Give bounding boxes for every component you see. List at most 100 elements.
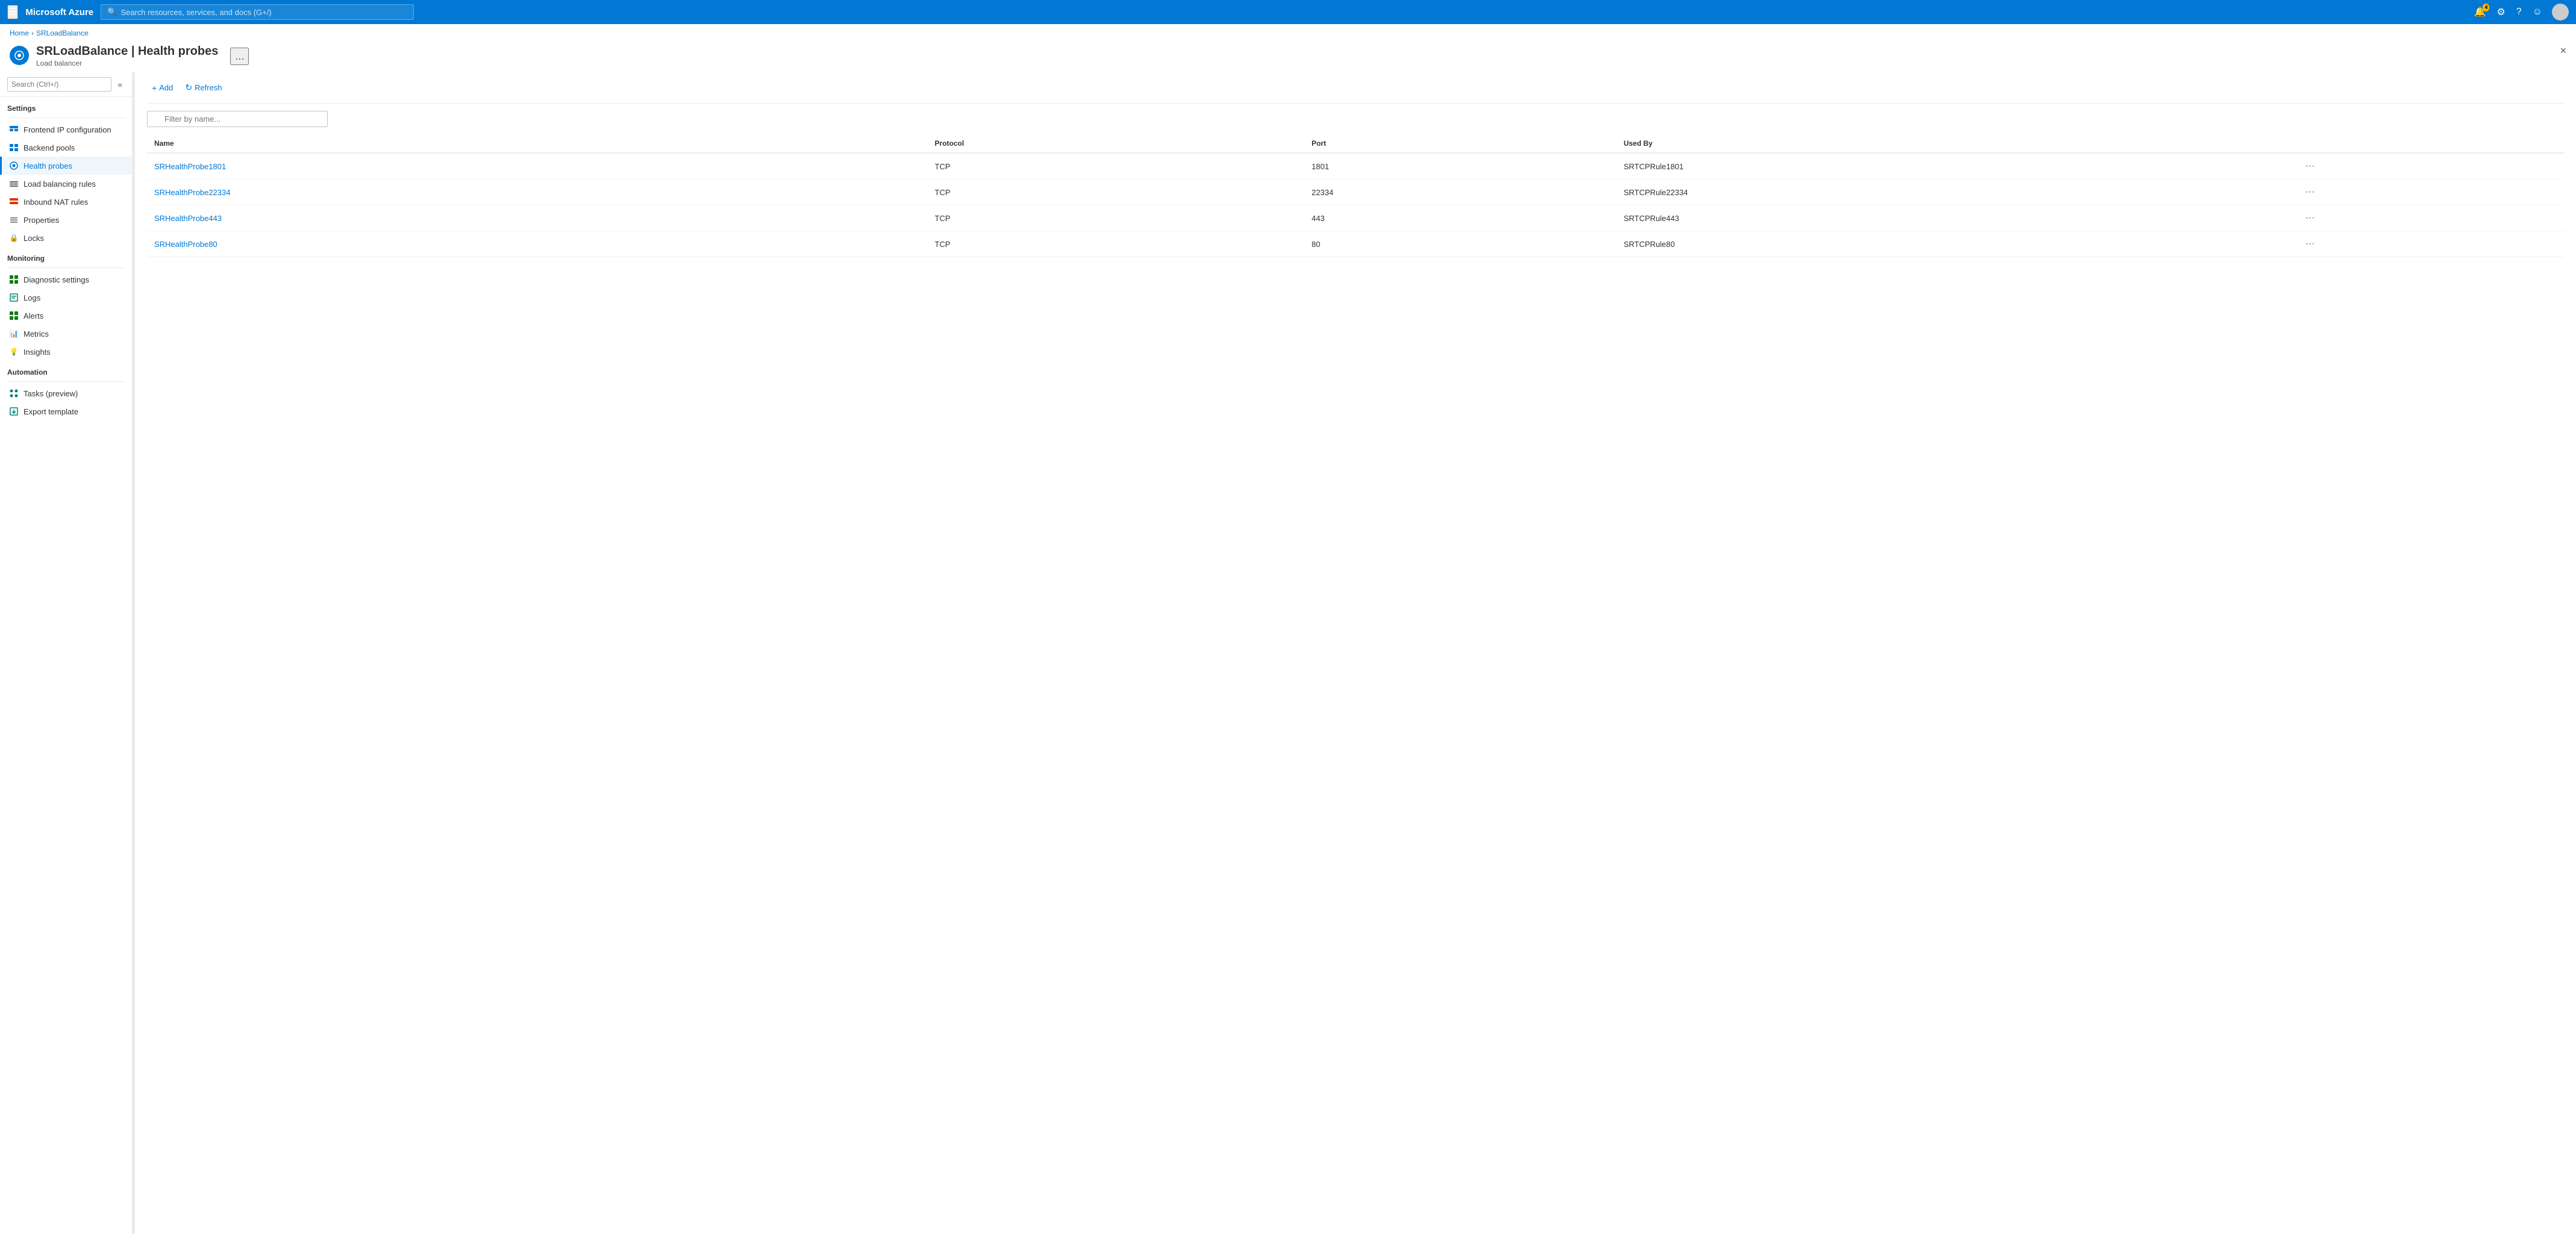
table-row: SRHealthProbe22334 TCP 22334 SRTCPRule22… [147, 179, 2564, 205]
sidebar-item-label: Insights [23, 348, 51, 357]
close-button[interactable]: × [2560, 45, 2566, 57]
sidebar-item-frontend-ip[interactable]: Frontend IP configuration [0, 120, 132, 139]
sidebar-item-label: Inbound NAT rules [23, 198, 88, 207]
sidebar-item-logs[interactable]: Logs [0, 289, 132, 307]
notifications-button[interactable]: 🔔 4 [2470, 4, 2489, 20]
sidebar-item-label: Export template [23, 407, 78, 416]
cell-protocol: TCP [928, 153, 1305, 179]
sidebar-item-label: Logs [23, 293, 40, 302]
insights-icon: 💡 [9, 347, 19, 357]
sidebar-item-diagnostic-settings[interactable]: Diagnostic settings [0, 270, 132, 289]
sidebar-search-bar: « [0, 72, 132, 97]
sidebar-item-label: Locks [23, 234, 44, 243]
table-row: SRHealthProbe443 TCP 443 SRTCPRule443 ··… [147, 205, 2564, 231]
sidebar-item-label: Tasks (preview) [23, 389, 78, 398]
sidebar-item-inbound-nat-rules[interactable]: Inbound NAT rules [0, 193, 132, 211]
cell-menu: ··· [2294, 179, 2564, 205]
cell-name: SRHealthProbe1801 [147, 153, 928, 179]
cell-port: 1801 [1304, 153, 1616, 179]
sidebar-item-label: Load balancing rules [23, 179, 96, 189]
sidebar-item-backend-pools[interactable]: Backend pools [0, 139, 132, 157]
sidebar-item-health-probes[interactable]: Health probes [0, 157, 132, 175]
page-subtitle: Load balancer [36, 59, 82, 67]
add-label: Add [159, 83, 173, 92]
col-used-by: Used By [1616, 134, 2294, 153]
sidebar-item-properties[interactable]: Properties [0, 211, 132, 229]
global-search[interactable]: 🔍 [101, 4, 414, 20]
health-probes-table: Name Protocol Port Used By SRHealthProbe… [147, 134, 2564, 257]
probe-link[interactable]: SRHealthProbe443 [154, 214, 222, 223]
cell-menu: ··· [2294, 231, 2564, 257]
col-port: Port [1304, 134, 1616, 153]
settings-button[interactable]: ⚙ [2493, 4, 2509, 20]
automation-section-label: Automation [0, 361, 132, 379]
probe-link[interactable]: SRHealthProbe1801 [154, 162, 226, 171]
sidebar-item-locks[interactable]: 🔒 Locks [0, 229, 132, 247]
sidebar-section-automation: Automation Tasks (preview) Export templa… [0, 361, 132, 420]
monitoring-section-label: Monitoring [0, 247, 132, 265]
sidebar: « Settings Frontend IP configuration Bac… [0, 72, 133, 1234]
sidebar-item-metrics[interactable]: 📊 Metrics [0, 325, 132, 343]
filter-wrapper: 🔍 [147, 111, 328, 127]
cell-menu: ··· [2294, 205, 2564, 231]
cell-port: 22334 [1304, 179, 1616, 205]
breadcrumb-resource[interactable]: SRLoadBalance [36, 29, 89, 37]
filter-input[interactable] [147, 111, 328, 127]
sidebar-item-export-template[interactable]: Export template [0, 402, 132, 420]
row-menu-button[interactable]: ··· [2301, 160, 2318, 173]
breadcrumb: Home › SRLoadBalance [0, 24, 2576, 42]
col-protocol: Protocol [928, 134, 1305, 153]
health-probes-icon [9, 161, 19, 170]
sidebar-item-label: Alerts [23, 311, 43, 320]
sidebar-item-alerts[interactable]: Alerts [0, 307, 132, 325]
row-menu-button[interactable]: ··· [2301, 211, 2318, 225]
diagnostic-settings-icon [9, 275, 19, 284]
sidebar-item-load-balancing-rules[interactable]: Load balancing rules [0, 175, 132, 193]
probe-link[interactable]: SRHealthProbe22334 [154, 188, 230, 197]
cell-protocol: TCP [928, 179, 1305, 205]
refresh-label: Refresh [195, 83, 222, 92]
sidebar-item-label: Metrics [23, 329, 49, 339]
probe-link[interactable]: SRHealthProbe80 [154, 240, 217, 249]
cell-protocol: TCP [928, 231, 1305, 257]
page-header: SRLoadBalance | Health probes Load balan… [0, 42, 2576, 72]
notification-badge: 4 [2483, 4, 2489, 11]
topbar-icons: 🔔 4 ⚙ ? ☺ [2470, 4, 2569, 20]
table-body: SRHealthProbe1801 TCP 1801 SRTCPRule1801… [147, 153, 2564, 257]
refresh-button[interactable]: ↻ Refresh [180, 80, 227, 96]
sidebar-item-label: Health probes [23, 161, 72, 170]
sidebar-item-label: Frontend IP configuration [23, 125, 111, 134]
hamburger-button[interactable]: ☰ [7, 5, 18, 19]
backend-pools-icon [9, 143, 19, 152]
col-actions [2294, 134, 2564, 153]
filter-bar: 🔍 [147, 111, 2564, 127]
breadcrumb-home[interactable]: Home [10, 29, 29, 37]
cell-menu: ··· [2294, 153, 2564, 179]
toolbar: + Add ↻ Refresh [147, 80, 2564, 104]
col-name: Name [147, 134, 928, 153]
brand-label: Microsoft Azure [25, 7, 93, 17]
feedback-button[interactable]: ☺ [2529, 4, 2546, 20]
sidebar-item-label: Properties [23, 216, 59, 225]
row-menu-button[interactable]: ··· [2301, 237, 2318, 251]
cell-used-by: SRTCPRule80 [1616, 231, 2294, 257]
settings-section-label: Settings [0, 97, 132, 115]
properties-icon [9, 215, 19, 225]
sidebar-item-tasks[interactable]: Tasks (preview) [0, 384, 132, 402]
avatar[interactable] [2552, 4, 2569, 20]
page-title-group: SRLoadBalance | Health probes Load balan… [36, 45, 218, 67]
add-button[interactable]: + Add [147, 80, 178, 96]
row-menu-button[interactable]: ··· [2301, 186, 2318, 199]
sidebar-item-label: Diagnostic settings [23, 275, 89, 284]
sidebar-section-settings: Settings Frontend IP configuration Backe… [0, 97, 132, 247]
sidebar-collapse-button[interactable]: « [115, 78, 125, 90]
refresh-icon: ↻ [185, 83, 192, 93]
cell-used-by: SRTCPRule443 [1616, 205, 2294, 231]
sidebar-search-input[interactable] [7, 77, 111, 92]
breadcrumb-separator: › [31, 29, 34, 37]
table-row: SRHealthProbe80 TCP 80 SRTCPRule80 ··· [147, 231, 2564, 257]
sidebar-item-insights[interactable]: 💡 Insights [0, 343, 132, 361]
help-button[interactable]: ? [2513, 4, 2525, 20]
more-options-button[interactable]: ... [230, 48, 249, 65]
search-input[interactable] [120, 8, 407, 17]
